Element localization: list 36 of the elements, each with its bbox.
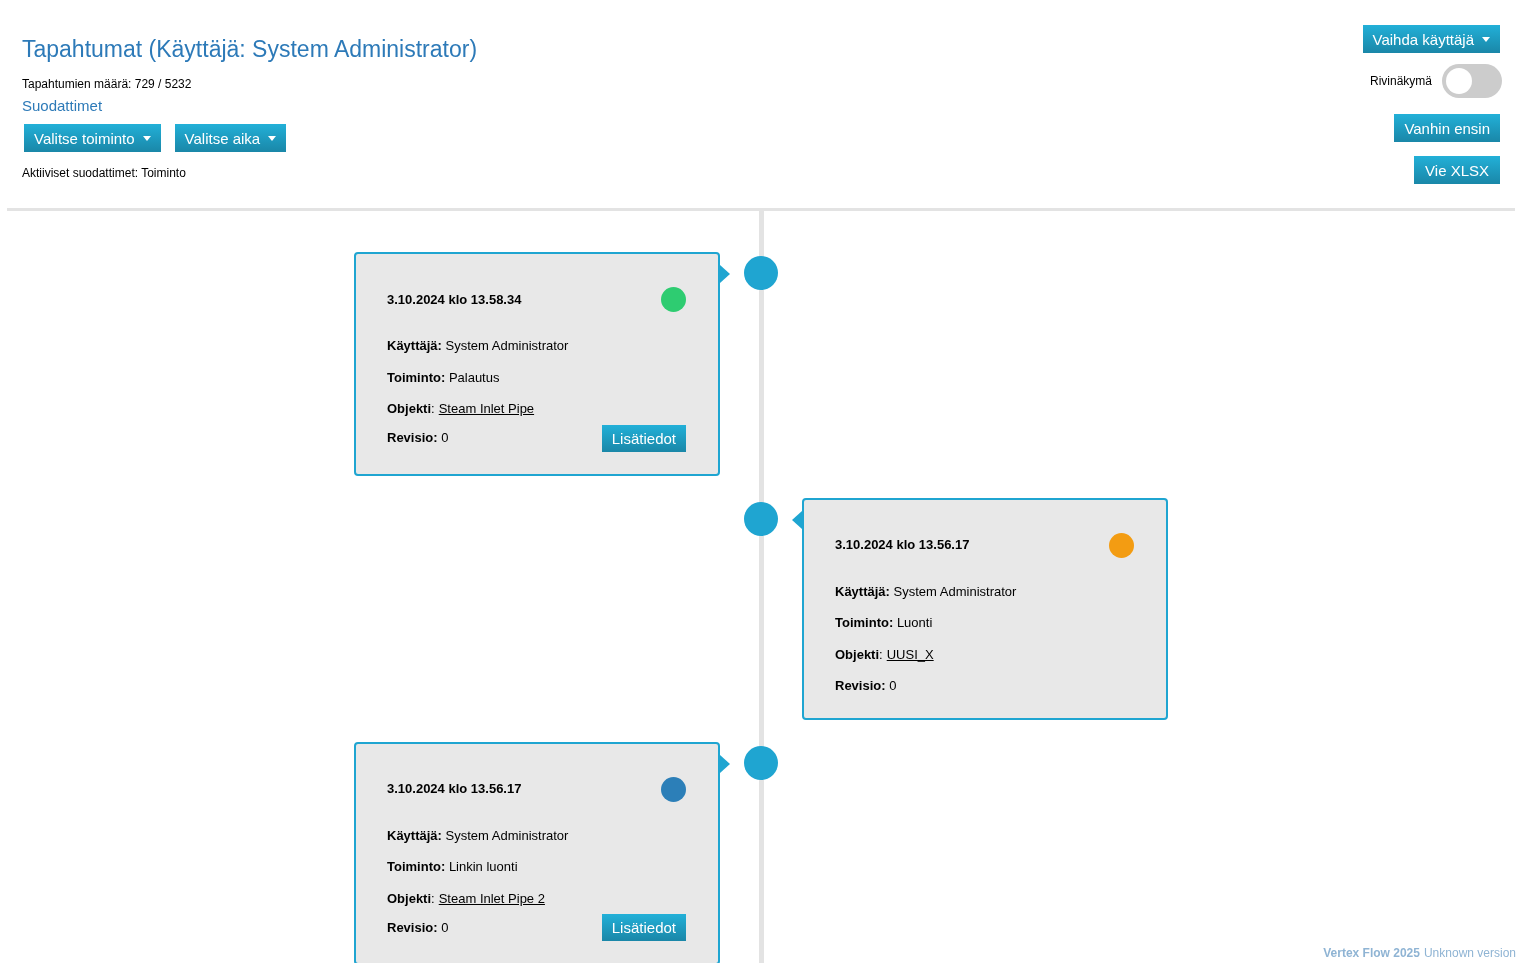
object-link[interactable]: UUSI_X	[886, 644, 934, 664]
caret-icon	[1482, 36, 1490, 42]
field-text: Käyttäjä: System Administrator	[387, 337, 569, 355]
page-title: Tapahtumat (Käyttäjä: System Administrator)	[22, 35, 478, 64]
event-timestamp: 3.10.2024 klo 13.58.34	[387, 290, 522, 309]
active-filters-text: Aktiiviset suodattimet: Toiminto	[22, 165, 187, 183]
field-label: Objekti:	[835, 645, 883, 664]
revision-text: Revisio: 0	[387, 429, 449, 448]
object-link[interactable]: Steam Inlet Pipe 2	[438, 888, 545, 908]
field-text: Toiminto: Luonti	[835, 614, 933, 632]
field-text: Käyttäjä: System Administrator	[835, 582, 1017, 601]
event-count: Tapahtumien määrä: 729 / 5232	[22, 75, 193, 93]
revision-text: Revisio: 0	[835, 677, 897, 695]
field-label: Objekti:	[387, 889, 435, 908]
object-link[interactable]: Steam Inlet Pipe	[438, 399, 535, 419]
export-button[interactable]: Vie XLSX	[1414, 156, 1500, 184]
caret-icon	[142, 135, 151, 141]
footer-version: Unknown version	[1423, 945, 1516, 962]
field-label: Objekti:	[387, 400, 435, 418]
details-button[interactable]: Lisätiedot	[601, 424, 686, 452]
filter-dropdown-button[interactable]: Valitse toiminto	[24, 124, 161, 153]
field-text: Toiminto: Palautus	[387, 368, 500, 387]
event-timestamp: 3.10.2024 klo 13.56.17	[835, 536, 970, 555]
revision-text: Revisio: 0	[387, 918, 449, 937]
filters-link[interactable]: Suodattimet	[22, 94, 478, 118]
switch-user-button[interactable]: Vaihda käyttäjä	[1362, 25, 1500, 53]
caret-icon	[268, 135, 277, 141]
row-view-toggle[interactable]	[1442, 64, 1502, 98]
details-button[interactable]: Lisätiedot	[601, 914, 686, 941]
sort-button[interactable]: Vanhin ensin	[1394, 114, 1500, 142]
field-text: Toiminto: Linkin luonti	[387, 858, 518, 876]
row-view-label: Rivinäkymä	[1370, 73, 1432, 90]
field-text: Käyttäjä: System Administrator	[387, 826, 569, 845]
event-timestamp: 3.10.2024 klo 13.56.17	[387, 780, 522, 799]
filter-dropdown-button[interactable]: Valitse aika	[174, 124, 287, 153]
footer-brand: Vertex Flow 2025	[1323, 945, 1420, 962]
